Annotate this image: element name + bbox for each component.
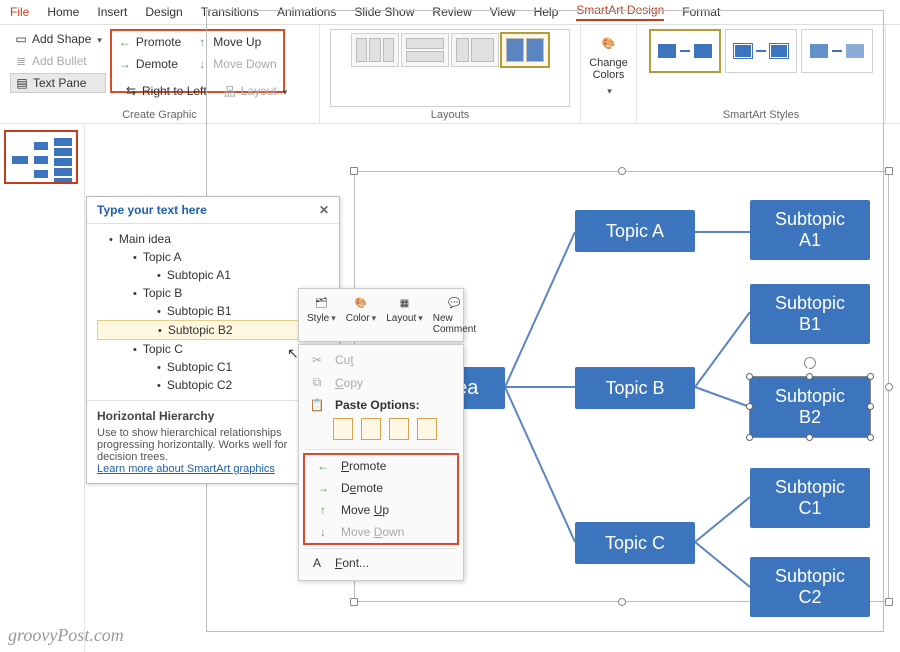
mini-color-button[interactable]: 🎨Color xyxy=(342,293,380,337)
layout-desc-title: Horizontal Hierarchy xyxy=(97,409,329,423)
outline-item[interactable]: Main idea xyxy=(97,230,333,248)
mini-layout-button[interactable]: ▦Layout xyxy=(382,293,427,337)
learn-more-link[interactable]: Learn more about SmartArt graphics xyxy=(97,463,275,475)
arrow-down-icon: ↓ xyxy=(315,525,331,539)
close-icon[interactable]: ✕ xyxy=(319,203,329,217)
arrow-right-icon: → xyxy=(118,57,132,71)
tab-design[interactable]: Design xyxy=(145,5,182,19)
watermark: groovyPost.com xyxy=(8,625,124,646)
add-shape-icon: ▭ xyxy=(14,32,28,46)
text-pane-title: Type your text here xyxy=(97,203,207,217)
ctx-paste-options-header: 📋Paste Options: xyxy=(299,394,463,416)
node-topic-a[interactable]: Topic A xyxy=(575,210,695,252)
font-icon: A xyxy=(309,556,325,570)
paste-option[interactable] xyxy=(361,418,381,440)
node-sub-b1[interactable]: Subtopic B1 xyxy=(750,284,870,344)
scissors-icon: ✂ xyxy=(309,353,325,367)
layout-icon: ▦ xyxy=(395,295,413,311)
ctx-move-up[interactable]: ↑Move Up xyxy=(305,499,457,521)
text-pane-icon: ▤ xyxy=(15,76,29,90)
add-bullet-button: ≣Add Bullet xyxy=(10,51,106,71)
ctx-copy: ⧉Copy xyxy=(299,371,463,394)
paste-option[interactable] xyxy=(389,418,409,440)
paste-option[interactable] xyxy=(333,418,353,440)
arrow-right-icon: → xyxy=(315,481,331,495)
comment-icon: 💬 xyxy=(445,295,463,311)
copy-icon: ⧉ xyxy=(309,375,325,390)
arrow-left-icon: ← xyxy=(315,459,331,473)
ctx-promote[interactable]: ←Promote xyxy=(305,455,457,477)
slide-thumbnail[interactable] xyxy=(4,130,78,184)
paste-option[interactable] xyxy=(417,418,437,440)
add-shape-button[interactable]: ▭Add Shape xyxy=(10,29,106,49)
arrow-up-icon: ↑ xyxy=(315,503,331,517)
mini-new-comment-button[interactable]: 💬New Comment xyxy=(429,293,480,337)
cursor-icon: ↖ xyxy=(287,345,299,362)
demote-button[interactable]: →Demote xyxy=(114,54,185,74)
tab-insert[interactable]: Insert xyxy=(97,5,127,19)
right-to-left-button[interactable]: ⇆Right to Left xyxy=(120,81,211,101)
promote-button[interactable]: ←Promote xyxy=(114,32,185,52)
rtl-icon: ⇆ xyxy=(124,84,138,98)
arrow-left-icon: ← xyxy=(118,35,132,49)
slide-panel: 1 xyxy=(0,124,85,652)
rotate-handle-icon[interactable]: ↻ xyxy=(804,357,816,369)
node-sub-b2-selected[interactable]: Subtopic B2 ↻ xyxy=(750,377,870,437)
outline-item[interactable]: Topic A xyxy=(97,248,333,266)
text-pane-button[interactable]: ▤Text Pane xyxy=(10,73,106,93)
ctx-move-down: ↓Move Down xyxy=(305,521,457,543)
context-menu: ↖ ✂Cut ⧉Copy 📋Paste Options: ←Promote →D… xyxy=(298,344,464,581)
node-topic-b[interactable]: Topic B xyxy=(575,367,695,409)
style-icon: 🗂 xyxy=(312,295,330,311)
clipboard-icon: 📋 xyxy=(309,398,325,412)
node-sub-c1[interactable]: Subtopic C1 xyxy=(750,468,870,528)
tab-home[interactable]: Home xyxy=(47,5,79,19)
ctx-cut: ✂Cut xyxy=(299,349,463,371)
node-topic-c[interactable]: Topic C xyxy=(575,522,695,564)
mini-toolbar: 🗂Style 🎨Color ▦Layout 💬New Comment xyxy=(298,288,464,342)
outline-item[interactable]: Subtopic A1 xyxy=(97,266,333,284)
ctx-demote[interactable]: →Demote xyxy=(305,477,457,499)
ctx-font[interactable]: AFont... xyxy=(299,552,463,574)
node-sub-a1[interactable]: Subtopic A1 xyxy=(750,200,870,260)
layout-desc-body: Use to show hierarchical relationships p… xyxy=(97,427,329,463)
bullet-icon: ≣ xyxy=(14,54,28,68)
palette-icon: 🎨 xyxy=(352,295,370,311)
node-sub-c2[interactable]: Subtopic C2 xyxy=(750,557,870,617)
tab-file[interactable]: File xyxy=(10,5,29,19)
mini-style-button[interactable]: 🗂Style xyxy=(303,293,340,337)
